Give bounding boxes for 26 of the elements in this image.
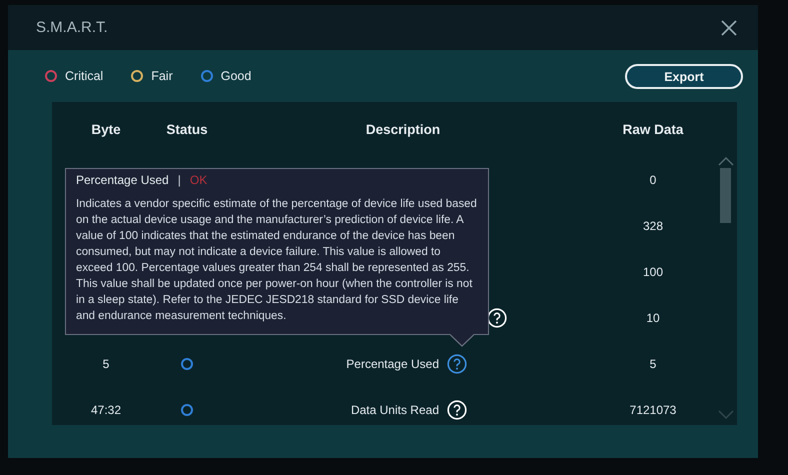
scrollbar-thumb[interactable] [720, 168, 731, 223]
tooltip-text: Indicates a vendor specific estimate of the percentage of device life used based on the actual device usage and the manufacturer’s prediction of device life. A value of 100 indicates that the estimated endurance of the device has been consumed, but may not indicate a device failure. This value is allowed to exceed 100. Percentage values greater than 254 shall be represented as 255. This value shall be updated once per power-on hour (when the controller is not in a sleep state). Refer to the JEDEC JESD218 standard for SSD device life and endurance measurement techniques. [76, 197, 478, 324]
table-cell: Data Units Read [350, 403, 439, 417]
column-header: Description [364, 122, 442, 137]
column-header: Byte [90, 122, 122, 137]
separator: | [178, 173, 181, 187]
table-cell: 10 [646, 311, 660, 325]
scroll-up-icon[interactable] [718, 157, 734, 166]
table-cell: 328 [642, 219, 664, 233]
table-cell: 7121073 [630, 403, 676, 417]
table-cell: 47:32 [90, 403, 122, 417]
column-header: Status [165, 122, 209, 137]
table-cell: 5 [102, 357, 110, 371]
table-cell: 0 [650, 173, 656, 187]
export-button[interactable]: Export [625, 64, 743, 89]
table-cell: 5 [650, 357, 656, 371]
legend-label: Fair [151, 69, 173, 83]
legend-label: Critical [65, 69, 104, 83]
legend-label: Good [220, 69, 252, 83]
table-cell: Percentage Used [346, 357, 439, 371]
table-cell: 100 [642, 265, 664, 279]
column-header: Raw Data [622, 122, 684, 137]
close-icon[interactable] [720, 18, 738, 36]
dialog-title: S.M.A.R.T. [36, 19, 108, 36]
status-text: OK [190, 173, 208, 187]
tooltip-title: Percentage Used [76, 173, 169, 187]
